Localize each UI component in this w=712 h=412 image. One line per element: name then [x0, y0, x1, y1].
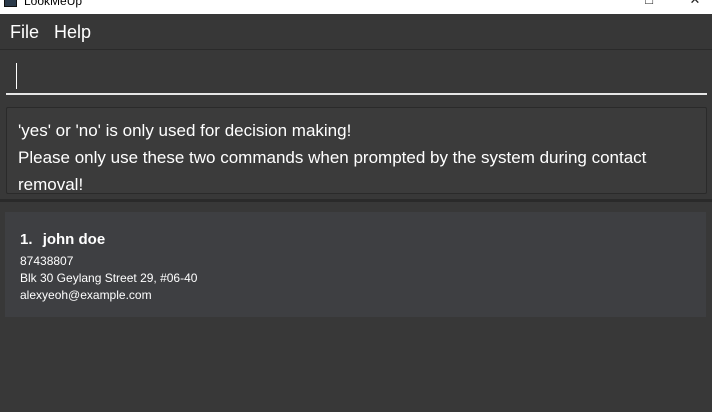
- menu-bar: File Help: [0, 14, 712, 50]
- person-list: 1. john doe 87438807 Blk 30 Geylang Stre…: [0, 202, 712, 412]
- person-email: alexyeoh@example.com: [20, 288, 152, 302]
- person-name: john doe: [42, 231, 106, 248]
- person-index: 1.: [20, 231, 33, 248]
- maximize-button[interactable]: □: [639, 0, 659, 7]
- menu-file[interactable]: File: [10, 22, 39, 42]
- result-line-1: 'yes' or 'no' is only used for decision …: [18, 121, 352, 140]
- result-display: 'yes' or 'no' is only used for decision …: [6, 107, 707, 194]
- person-phone: 87438807: [20, 254, 74, 268]
- window-title: LookMeUp: [24, 0, 83, 8]
- person-header: 1. john doe: [20, 230, 691, 249]
- app-icon: [4, 0, 17, 7]
- command-input[interactable]: [6, 57, 707, 95]
- person-address: Blk 30 Geylang Street 29, #06-40: [20, 271, 198, 285]
- text-caret: [16, 63, 17, 89]
- title-bar: LookMeUp □ ✕: [0, 0, 712, 14]
- close-button[interactable]: ✕: [685, 0, 705, 7]
- result-line-2: Please only use these two commands when …: [18, 148, 647, 194]
- person-card[interactable]: 1. john doe 87438807 Blk 30 Geylang Stre…: [5, 212, 706, 317]
- menu-help[interactable]: Help: [54, 22, 91, 42]
